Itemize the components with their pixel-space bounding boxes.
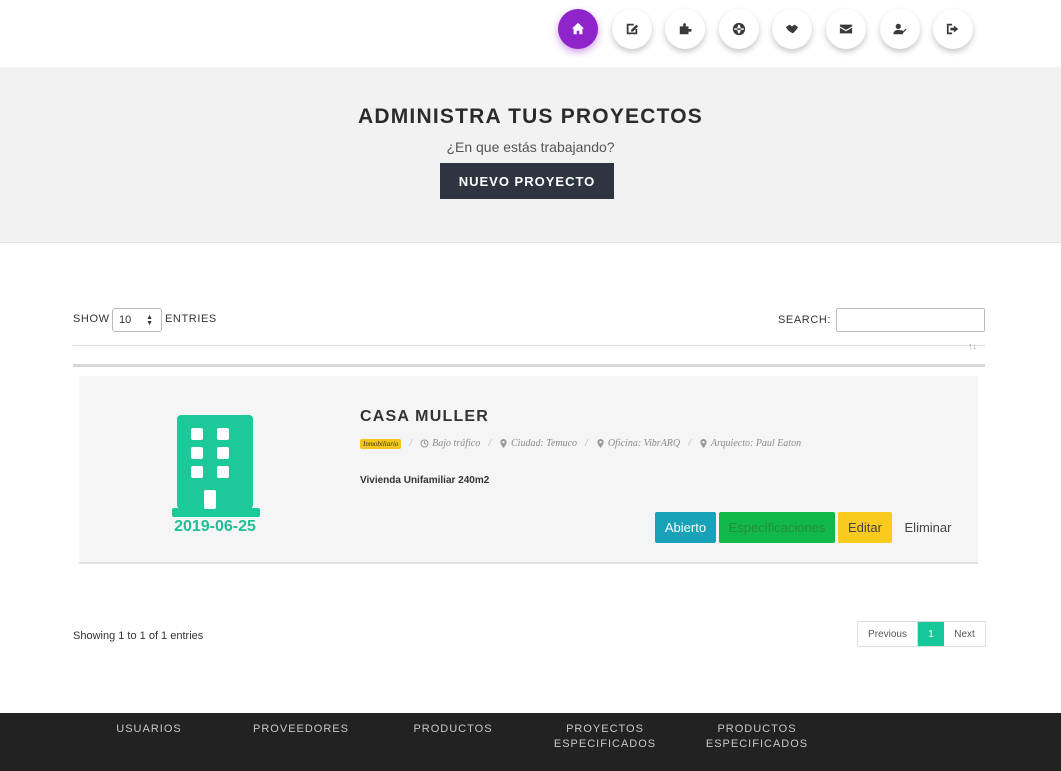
page-length-select[interactable]: 10 ▲ ▼	[112, 308, 162, 332]
table-header-divider	[73, 345, 985, 346]
page-subtitle: ¿En que estás trabajando?	[446, 139, 615, 155]
sign-out-icon	[947, 23, 959, 35]
nav-user-check-button[interactable]	[879, 9, 920, 49]
footer-link-productos[interactable]: PRODUCTOS	[403, 722, 503, 737]
delete-button[interactable]: Eliminar	[892, 512, 964, 543]
nav-handshake-button[interactable]	[772, 9, 813, 49]
page-title: ADMINISTRA TUS PROYECTOS	[358, 105, 703, 128]
architect-meta: Arquiecto: Paul Eaton	[699, 438, 801, 449]
traffic-meta: Bajo tráfico	[420, 438, 480, 449]
globe-icon	[732, 22, 745, 36]
pagination: Previous 1 Next	[857, 621, 986, 647]
project-description: Vivienda Unifamiliar 240m2	[360, 475, 490, 486]
project-title[interactable]: CASA MULLER	[360, 408, 489, 426]
handshake-icon	[786, 24, 799, 34]
select-arrows-icon: ▲ ▼	[146, 314, 153, 327]
previous-page-button[interactable]: Previous	[858, 622, 918, 646]
user-check-icon	[893, 23, 907, 35]
meta-separator: /	[409, 438, 413, 449]
nav-edit-button[interactable]	[611, 9, 652, 49]
edit-button[interactable]: Editar	[838, 512, 892, 543]
search-input[interactable]	[836, 308, 985, 332]
map-marker-icon	[700, 439, 707, 448]
building-icon	[172, 415, 260, 517]
edit-icon	[626, 23, 638, 35]
table-row: 2019-06-25 CASA MULLER Inmobiliario / Ba…	[79, 376, 978, 564]
show-label: SHOW	[73, 313, 110, 325]
city-meta: Ciudad: Temuco	[499, 438, 577, 449]
page-length-value: 10	[119, 314, 132, 326]
hero-section: ADMINISTRA TUS PROYECTOS ¿En que estás t…	[0, 67, 1061, 243]
footer-link-proveedores[interactable]: PROVEEDORES	[246, 722, 356, 737]
office-meta: Oficina: VibrARQ	[596, 438, 680, 449]
footer: USUARIOS PROVEEDORES PRODUCTOS PROYECTOS…	[0, 713, 1061, 771]
map-marker-icon	[597, 439, 604, 448]
clock-icon	[420, 439, 429, 448]
traffic-text: Bajo tráfico	[432, 438, 481, 449]
city-text: Ciudad: Temuco	[511, 438, 578, 449]
home-icon	[571, 22, 585, 35]
specifications-button[interactable]: Especificaciones	[719, 512, 835, 543]
top-navbar	[0, 0, 1061, 67]
nav-icon-group	[558, 9, 987, 49]
search-label: SEARCH:	[778, 314, 832, 326]
category-badge: Inmobiliario	[360, 438, 402, 449]
meta-separator: /	[688, 438, 691, 449]
sort-arrows-icon[interactable]: ↑↓	[968, 341, 977, 351]
table-header-border	[73, 364, 985, 367]
table-info: Showing 1 to 1 of 1 entries	[73, 630, 204, 642]
nav-home-button[interactable]	[558, 9, 598, 49]
entries-label: ENTRIES	[165, 313, 217, 325]
meta-separator: /	[585, 438, 588, 449]
open-status-button[interactable]: Abierto	[655, 512, 716, 543]
footer-link-productos-especificados[interactable]: PRODUCTOS ESPECIFICADOS	[702, 722, 812, 752]
project-actions: Abierto Especificaciones Editar Eliminar	[655, 512, 964, 543]
page-1-button[interactable]: 1	[918, 622, 944, 646]
nav-globe-button[interactable]	[718, 9, 759, 49]
architect-text: Arquiecto: Paul Eaton	[710, 438, 802, 449]
nav-puzzle-button[interactable]	[665, 9, 706, 49]
envelope-icon	[839, 24, 853, 34]
footer-link-usuarios[interactable]: USUARIOS	[104, 722, 194, 737]
puzzle-icon	[679, 23, 692, 35]
footer-link-proyectos-especificados[interactable]: PROYECTOS ESPECIFICADOS	[550, 722, 660, 752]
nav-envelope-button[interactable]	[825, 9, 866, 49]
next-page-button[interactable]: Next	[944, 622, 985, 646]
project-meta: Inmobiliario / Bajo tráfico / Ciudad: Te…	[360, 438, 801, 449]
new-project-button[interactable]: NUEVO PROYECTO	[440, 163, 614, 199]
meta-separator: /	[488, 438, 492, 449]
nav-sign-out-button[interactable]	[933, 9, 974, 49]
project-date: 2019-06-25	[174, 518, 256, 535]
map-marker-icon	[500, 439, 507, 448]
office-text: Oficina: VibrARQ	[607, 438, 681, 449]
